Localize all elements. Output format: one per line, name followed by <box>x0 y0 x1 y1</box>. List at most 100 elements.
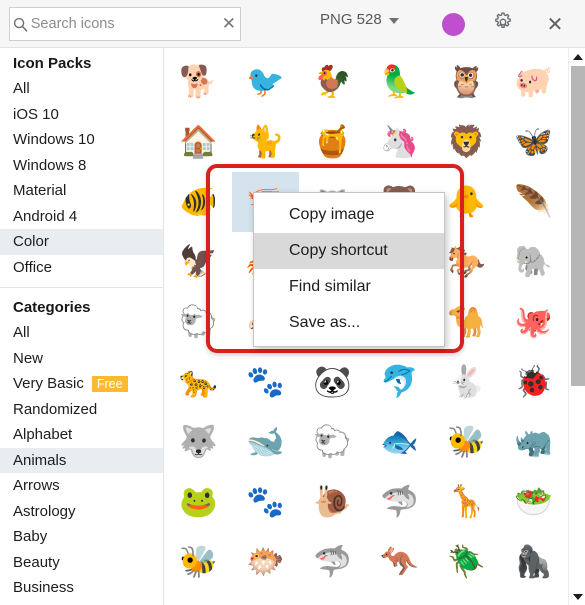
icon-cell-butterfly[interactable]: 🦋 <box>500 112 567 172</box>
icon-cell-chicken[interactable]: 🐓 <box>299 52 366 112</box>
icon-cell-beetle[interactable]: 🪲 <box>433 532 500 592</box>
sidebar-category-randomized[interactable]: Randomized <box>0 397 163 423</box>
icon-cell-whale[interactable]: 🐋 <box>232 412 299 472</box>
icon-cell-pet-food-bowl[interactable]: 🥗 <box>500 472 567 532</box>
icon-cell-fishbowl[interactable]: 🐡 <box>232 532 299 592</box>
sheep-icon: 🐑 <box>313 423 352 460</box>
sidebar-category-all[interactable]: All <box>0 320 163 346</box>
sidebar-pack-ios-10[interactable]: iOS 10 <box>0 102 163 128</box>
icon-cell-panda[interactable]: 🐼 <box>299 352 366 412</box>
sidebar-category-animals[interactable]: Animals <box>0 447 163 473</box>
color-swatch[interactable] <box>442 13 465 36</box>
context-menu: Copy image Copy shortcut Find similar Save … <box>253 192 445 347</box>
icon-cell-ladybug[interactable]: 🐞 <box>500 352 567 412</box>
icon-cell-seahorse[interactable]: 🦈 <box>299 532 366 592</box>
sidebar-category-beauty[interactable]: Beauty <box>0 550 163 576</box>
sidebar-category-alphabet[interactable]: Alphabet <box>0 422 163 448</box>
format-dropdown[interactable]: PNG 528 <box>320 11 399 28</box>
icon-cell-bird-singing[interactable]: 🐦 <box>232 52 299 112</box>
panda-icon: 🐼 <box>313 363 352 400</box>
sidebar-pack-office[interactable]: Office <box>0 255 163 281</box>
beehive-icon: 🍯 <box>313 123 352 160</box>
icon-packs-heading: Icon Packs <box>13 55 92 72</box>
sidebar-pack-android-4[interactable]: Android 4 <box>0 204 163 230</box>
black-cat-icon: 🐈 <box>246 123 285 160</box>
pig-icon: 🐖 <box>514 63 553 100</box>
icon-cell-doghouse[interactable]: 🏠 <box>165 112 232 172</box>
icon-cell-paw-print-2[interactable]: 🐾 <box>232 472 299 532</box>
context-menu-item-copy-image[interactable]: Copy image <box>254 197 444 233</box>
sidebar-item-label: Windows 8 <box>13 156 87 174</box>
close-button[interactable]: ✕ <box>542 11 568 37</box>
icon-cell-snail[interactable]: 🐌 <box>299 472 366 532</box>
icon-cell-fish[interactable]: 🐟 <box>366 412 433 472</box>
grid-scroll-up-button[interactable] <box>569 48 585 65</box>
icon-cell-elephant[interactable]: 🐘 <box>500 232 567 292</box>
sidebar-item-label: iOS 10 <box>13 105 59 123</box>
icon-cell-sheep[interactable]: 🐑 <box>299 412 366 472</box>
context-menu-item-save-as[interactable]: Save as... <box>254 305 444 341</box>
icon-cell-tropical-fish[interactable]: 🐠 <box>165 172 232 232</box>
icon-cell-eagle[interactable]: 🦅 <box>165 232 232 292</box>
icon-cell-frog[interactable]: 🐸 <box>165 472 232 532</box>
icon-cell-bee[interactable]: 🐝 <box>433 412 500 472</box>
icon-cell-gorilla[interactable]: 🦍 <box>500 532 567 592</box>
fish-icon: 🐟 <box>380 423 419 460</box>
sidebar-category-arrows[interactable]: Arrows <box>0 473 163 499</box>
sheep-white-icon: 🐑 <box>179 303 218 340</box>
icon-cell-dog[interactable]: 🐕 <box>165 52 232 112</box>
icon-cell-unicorn[interactable]: 🦄 <box>366 112 433 172</box>
icon-cell-wolf[interactable]: 🐺 <box>165 412 232 472</box>
icon-cell-paw-print[interactable]: 🐾 <box>232 352 299 412</box>
icon-cell-parrot[interactable]: 🦜 <box>366 52 433 112</box>
giraffe-icon: 🦒 <box>447 483 486 520</box>
fishbowl-icon: 🐡 <box>246 543 285 580</box>
icon-cell-octopus[interactable]: 🐙 <box>500 292 567 352</box>
icon-cell-leopard[interactable]: 🐆 <box>165 352 232 412</box>
doghouse-icon: 🏠 <box>179 123 218 160</box>
sidebar-item-label: All <box>13 324 30 341</box>
icon-cell-black-cat[interactable]: 🐈 <box>232 112 299 172</box>
context-menu-item-find-similar[interactable]: Find similar <box>254 269 444 305</box>
sidebar-category-baby[interactable]: Baby <box>0 524 163 550</box>
icon-cell-kangaroo[interactable]: 🦘 <box>366 532 433 592</box>
clear-search-icon[interactable]: ✕ <box>218 8 240 40</box>
icon-cell-rhinoceros[interactable]: 🦏 <box>500 412 567 472</box>
icon-cell-owl[interactable]: 🦉 <box>433 52 500 112</box>
sidebar-category-business[interactable]: Business <box>0 575 163 601</box>
grid-scroll-down-button[interactable] <box>569 588 585 605</box>
sidebar-item-label: Android 4 <box>13 207 78 225</box>
unicorn-icon: 🦄 <box>380 123 419 160</box>
sidebar-category-new[interactable]: New <box>0 346 163 372</box>
pet-food-bowl-icon: 🥗 <box>514 483 553 520</box>
sidebar-pack-material[interactable]: Material <box>0 178 163 204</box>
sidebar-category-very-basic[interactable]: Very Basic Free <box>0 371 163 397</box>
sidebar-pack-color[interactable]: Color <box>0 229 163 255</box>
categories-heading: Categories <box>13 299 91 316</box>
grid-scrollbar[interactable] <box>568 48 585 605</box>
context-menu-item-copy-shortcut[interactable]: Copy shortcut <box>254 233 444 269</box>
icon-cell-dolphin[interactable]: 🐬 <box>366 352 433 412</box>
icon-cell-hummingbird[interactable]: 🪶 <box>500 172 567 232</box>
grid-scroll-thumb[interactable] <box>571 66 585 386</box>
sidebar-item-label: Animals <box>13 451 67 469</box>
search-box[interactable]: ✕ <box>9 7 241 41</box>
sidebar-pack-all[interactable]: All <box>0 76 163 102</box>
dolphin-icon: 🐬 <box>380 363 419 400</box>
sidebar-item-label: Astrology <box>13 502 76 520</box>
settings-button[interactable] <box>490 11 516 37</box>
icon-cell-rabbit[interactable]: 🐇 <box>433 352 500 412</box>
icon-cell-shark[interactable]: 🦈 <box>366 472 433 532</box>
sidebar-pack-windows-10[interactable]: Windows 10 <box>0 127 163 153</box>
icon-packs-list: All iOS 10 Windows 10 Windows 8 Material Andr… <box>0 76 163 280</box>
sidebar-item-label: Baby <box>13 528 48 545</box>
icon-cell-giraffe[interactable]: 🦒 <box>433 472 500 532</box>
sidebar-pack-windows-8[interactable]: Windows 8 <box>0 153 163 179</box>
icon-cell-wasp[interactable]: 🐝 <box>165 532 232 592</box>
icon-cell-beehive[interactable]: 🍯 <box>299 112 366 172</box>
search-input[interactable] <box>30 16 218 32</box>
sidebar-category-astrology[interactable]: Astrology <box>0 499 163 525</box>
icon-cell-lion[interactable]: 🦁 <box>433 112 500 172</box>
icon-cell-sheep-white[interactable]: 🐑 <box>165 292 232 352</box>
icon-cell-pig[interactable]: 🐖 <box>500 52 567 112</box>
